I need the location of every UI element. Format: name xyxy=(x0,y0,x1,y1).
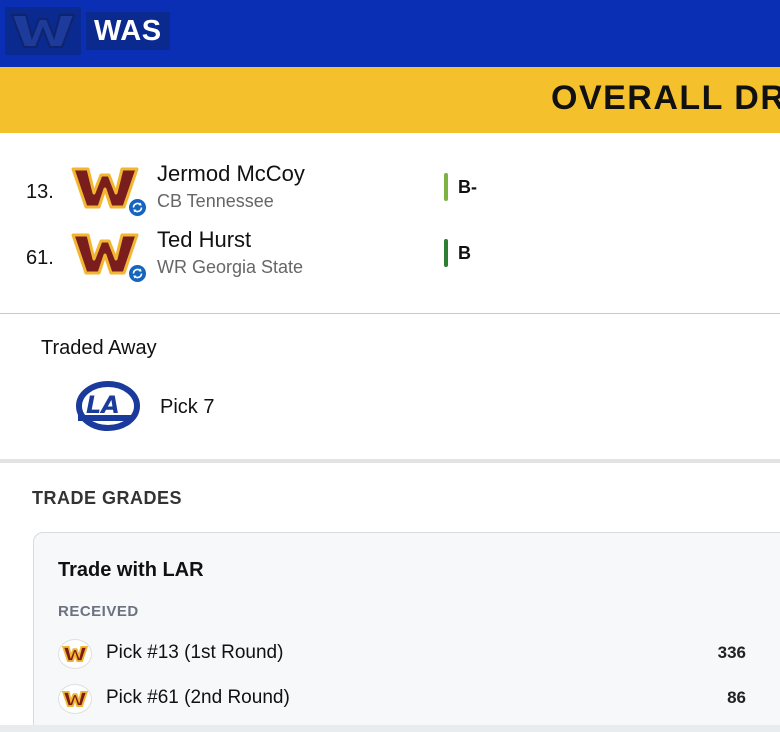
team-abbreviation: WAS xyxy=(86,12,170,50)
received-pick-label: Pick #13 (1st Round) xyxy=(106,642,284,663)
commanders-w-logo-icon xyxy=(58,684,92,714)
section-separator xyxy=(0,459,780,463)
bottom-border xyxy=(0,725,780,732)
trade-card-title: Trade with LAR xyxy=(58,559,204,581)
commanders-w-logo-icon xyxy=(10,14,76,48)
traded-pick-label[interactable]: Pick 7 xyxy=(160,396,214,419)
pick-grade: B xyxy=(458,243,471,263)
team-header: WAS xyxy=(0,0,780,67)
grade-indicator xyxy=(444,239,448,267)
received-pick-value: 86 xyxy=(727,688,746,707)
traded-away-heading: Traded Away xyxy=(41,337,157,359)
overall-grade-banner: OVERALL DRA xyxy=(0,67,780,133)
banner-title: OVERALL DRA xyxy=(551,79,780,117)
player-name[interactable]: Jermod McCoy xyxy=(157,161,305,187)
team-logo[interactable] xyxy=(5,7,81,55)
divider xyxy=(0,313,780,314)
commanders-w-logo-icon xyxy=(58,639,92,669)
svg-text:LA: LA xyxy=(86,391,120,419)
trade-card[interactable]: Trade with LAR RECEIVED Pick #13 (1st Ro… xyxy=(33,532,780,732)
pick-row[interactable]: 13. Jermod McCoy CB Tennessee B- xyxy=(0,161,780,221)
rams-la-logo-icon: LA xyxy=(72,381,140,431)
player-name[interactable]: Ted Hurst xyxy=(157,227,251,253)
trade-swap-icon xyxy=(127,197,148,218)
received-item[interactable]: Pick #13 (1st Round) 336 xyxy=(34,635,780,669)
received-item[interactable]: Pick #61 (2nd Round) 86 xyxy=(34,680,780,714)
pick-number: 61. xyxy=(26,247,54,269)
pick-grade: B- xyxy=(458,177,477,197)
trade-grades-heading: TRADE GRADES xyxy=(32,488,183,508)
pick-number: 13. xyxy=(26,181,54,203)
player-position-school: WR Georgia State xyxy=(157,257,304,277)
grade-indicator xyxy=(444,173,448,201)
trade-swap-icon xyxy=(127,263,148,284)
player-position-school: CB Tennessee xyxy=(157,191,274,211)
received-label: RECEIVED xyxy=(58,603,139,620)
received-pick-label: Pick #61 (2nd Round) xyxy=(106,687,290,708)
received-pick-value: 336 xyxy=(717,643,746,662)
pick-row[interactable]: 61. Ted Hurst WR Georgia State B xyxy=(0,227,780,287)
